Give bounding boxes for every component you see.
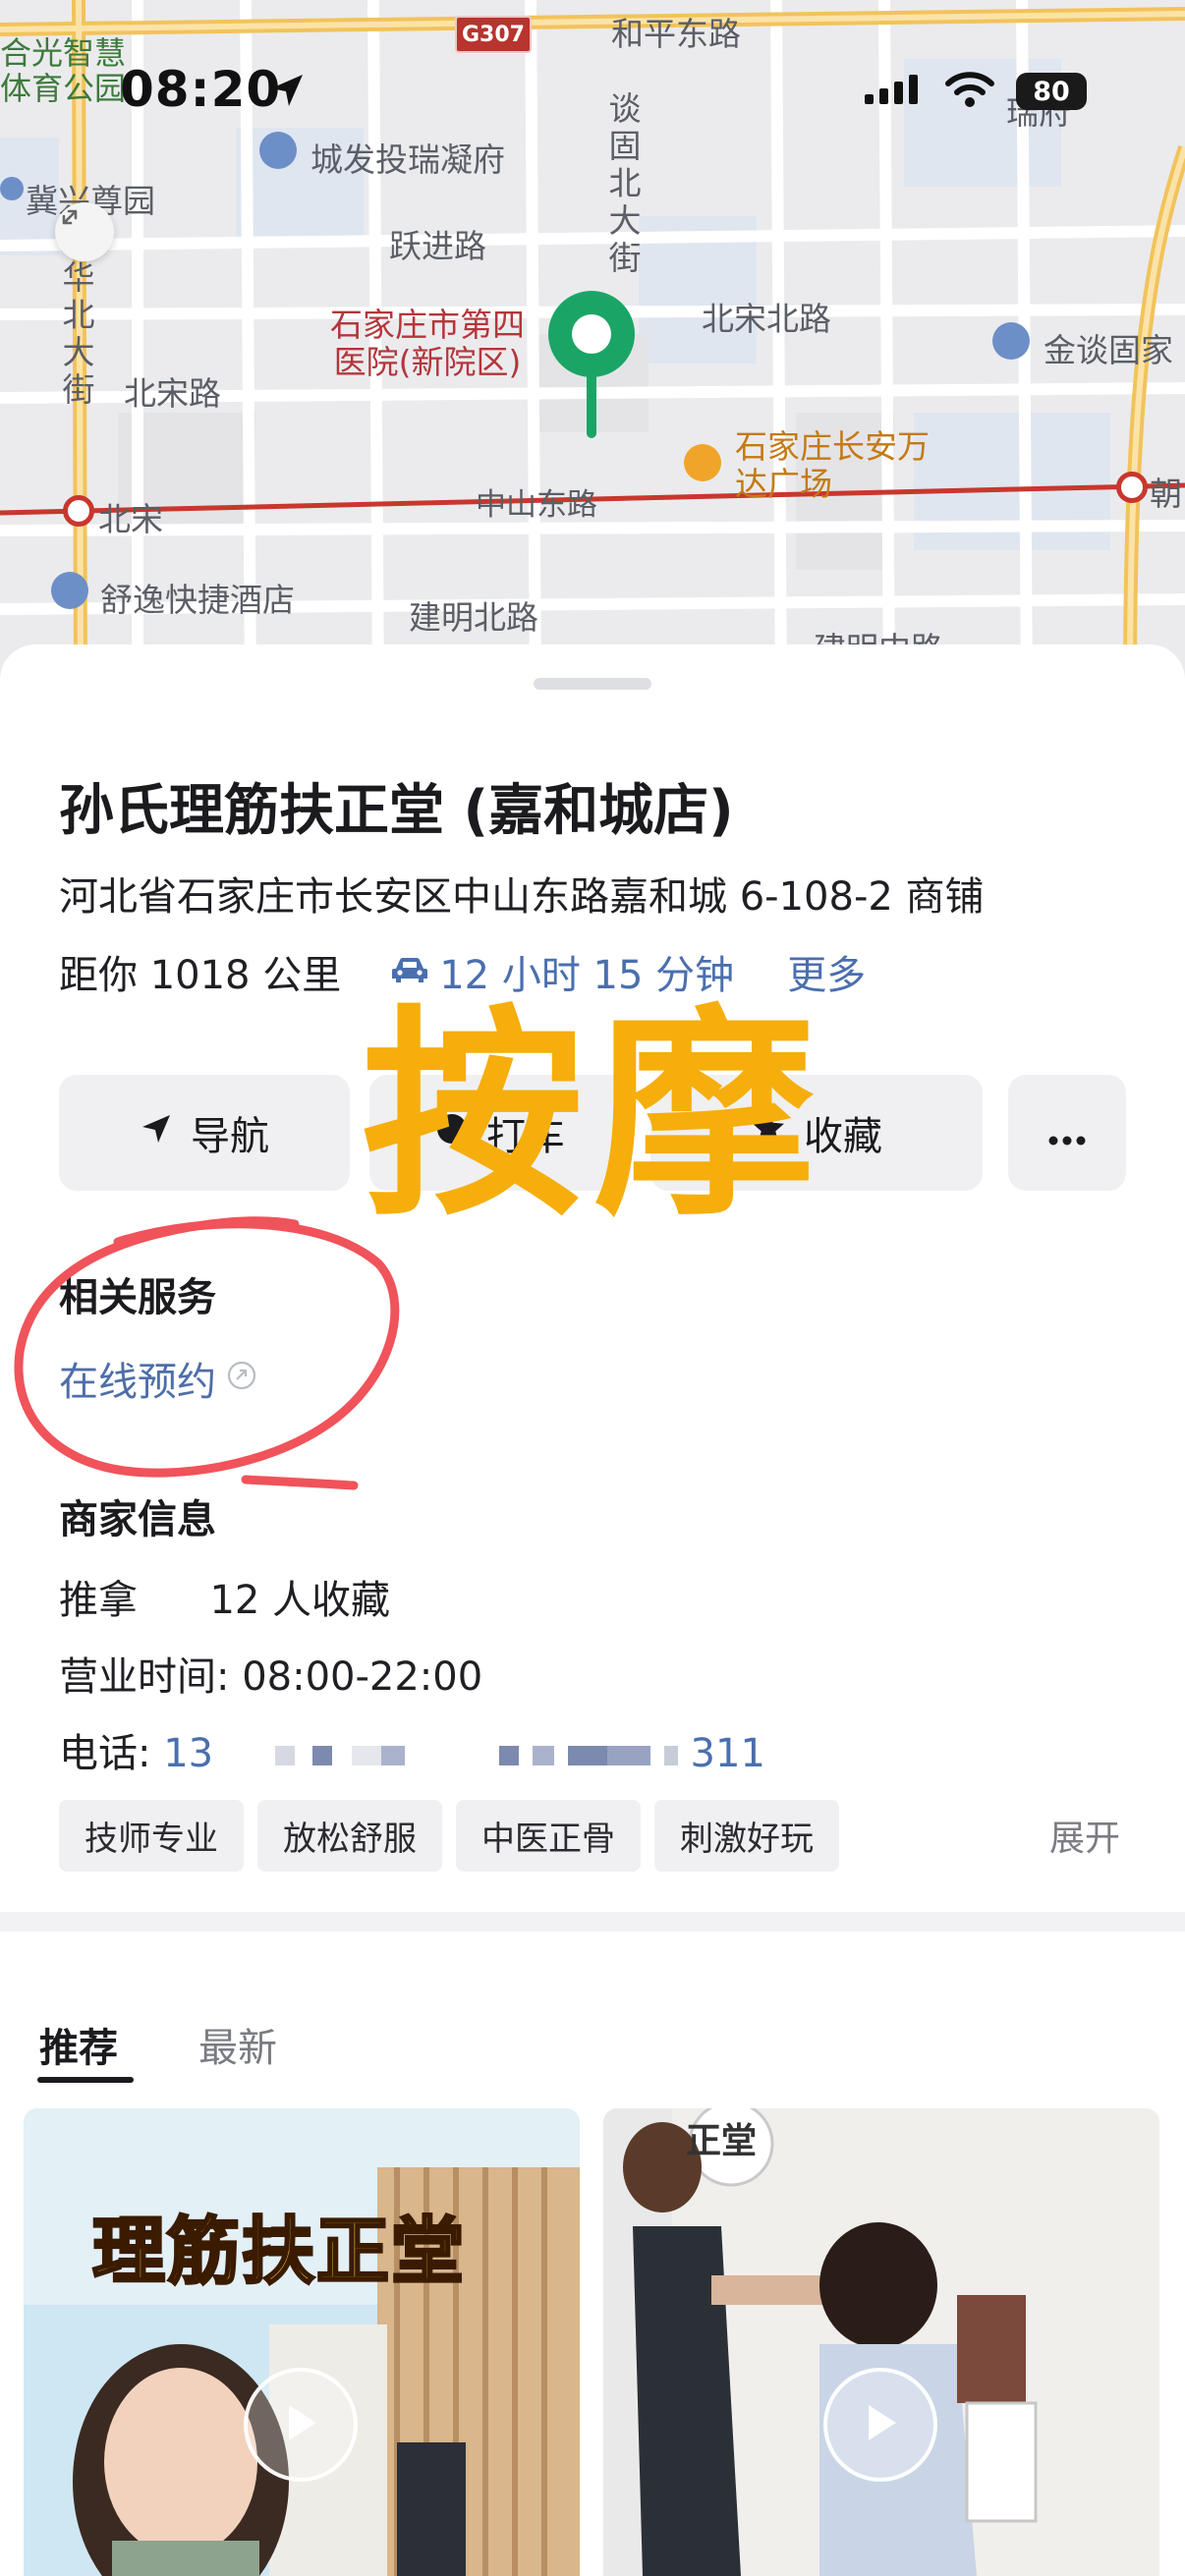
map-label-jintan: 金谈固家 (1044, 331, 1173, 369)
metro-station-icon (1116, 472, 1148, 503)
highway-shield: G307 (455, 16, 532, 53)
map-label-hospital[interactable]: 石家庄市第四医院(新院区) (314, 307, 540, 381)
video-thumbnail (24, 2108, 580, 2576)
poi-garden-icon (0, 177, 24, 200)
map-label-metro-right: 朝 (1150, 475, 1182, 513)
card-title-overlay: 理筋扶正堂 (91, 2209, 466, 2296)
status-time: 08:20 (120, 61, 282, 118)
phone-label: 电话: (59, 1731, 151, 1776)
back-button[interactable] (55, 202, 114, 261)
play-button[interactable] (244, 2368, 358, 2482)
content-feed: 推荐 最新 理筋扶正堂 正堂 (0, 1932, 1185, 2576)
business-hours-row: 营业时间: 08:00-22:00 (59, 1645, 482, 1702)
video-card[interactable]: 正堂 (603, 2108, 1159, 2576)
signal-icon (865, 73, 924, 110)
active-tab-indicator (37, 2077, 134, 2083)
redacted-digits (274, 1731, 678, 1776)
more-dots-icon (1047, 1110, 1087, 1155)
expand-tags-button[interactable]: 展开 (1049, 1810, 1120, 1861)
hours-value: 08:00-22:00 (242, 1654, 483, 1700)
map-label-residence: 城发投瑞凝府 (310, 140, 505, 179)
overlay-annotation-text: 按摩 (362, 987, 826, 1246)
tag-chip[interactable]: 技师专业 (59, 1800, 244, 1872)
phone-suffix[interactable]: 311 (691, 1731, 765, 1776)
sheet-grabber[interactable] (534, 678, 651, 690)
map-label-hotel: 舒逸快捷酒店 (100, 581, 295, 619)
distance-text: 距你 1018 公里 (59, 953, 342, 998)
navigation-arrow-icon (140, 1110, 173, 1155)
poi-residence-icon (259, 132, 297, 169)
location-arrow-icon (267, 71, 307, 114)
status-icons: 80 (865, 71, 1087, 112)
tag-chip[interactable]: 刺激好玩 (654, 1800, 839, 1872)
tag-chip[interactable]: 中医正骨 (456, 1800, 641, 1872)
map-label-zhongshan: 中山东路 (476, 487, 597, 523)
battery-indicator: 80 (1016, 73, 1087, 110)
place-address: 河北省石家庄市长安区中山东路嘉和城 6-108-2 商铺 (59, 874, 985, 920)
merchant-category: 推拿 (59, 1578, 138, 1623)
play-button[interactable] (823, 2368, 937, 2482)
wall-sign-text: 正堂 (686, 2121, 758, 2161)
map-label-huabei: 华北大街 (62, 258, 95, 409)
navigate-button[interactable]: 导航 (59, 1075, 350, 1191)
merchant-category-row: 推拿 12 人收藏 (59, 1568, 390, 1625)
merchant-heading: 商家信息 (59, 1497, 216, 1542)
merchant-tags: 技师专业 放松舒服 中医正骨 刺激好玩 (59, 1800, 839, 1872)
place-title: 孙氏理筋扶正堂 (嘉和城店) (59, 779, 734, 843)
tab-latest[interactable]: 最新 (198, 2016, 277, 2073)
play-icon (861, 2401, 900, 2448)
map-label-yuejin: 跃进路 (389, 227, 486, 265)
map-label-jianming: 建明北路 (409, 598, 538, 637)
more-actions-button[interactable] (1008, 1075, 1126, 1191)
hours-label: 营业时间: (59, 1654, 230, 1700)
video-thumbnail (603, 2108, 1159, 2576)
hotel-icon (51, 572, 88, 609)
navigate-label: 导航 (191, 1114, 269, 1159)
phone-prefix[interactable]: 13 (163, 1731, 213, 1776)
place-detail-sheet: 孙氏理筋扶正堂 (嘉和城店) 河北省石家庄市长安区中山东路嘉和城 6-108-2… (0, 644, 1185, 1912)
map-label-metro-beisong: 北宋 (98, 500, 163, 538)
tag-chip[interactable]: 放松舒服 (257, 1800, 442, 1872)
tab-recommended[interactable]: 推荐 (39, 2016, 118, 2073)
map-label-park: 合光智慧体育公园 (0, 34, 127, 107)
map-label-road: 和平东路 (611, 15, 741, 53)
poi-mall-icon (684, 444, 721, 481)
metro-station-icon (63, 495, 94, 527)
poi-jintan-icon (992, 322, 1030, 360)
map-label-wanda[interactable]: 石家庄长安万达广场 (735, 428, 931, 503)
red-circle-annotation (14, 1216, 400, 1490)
video-card[interactable]: 理筋扶正堂 (24, 2108, 580, 2576)
map-label-beisong: 北宋路 (124, 374, 221, 413)
merchant-favorites: 12 人收藏 (209, 1578, 391, 1623)
phone-row[interactable]: 电话: 13 311 (59, 1721, 765, 1778)
map-label-beisong-north: 北宋北路 (702, 300, 831, 338)
map-label-tangu: 谈固北大街 (608, 89, 642, 277)
wifi-icon (945, 71, 994, 112)
play-icon (281, 2401, 320, 2448)
